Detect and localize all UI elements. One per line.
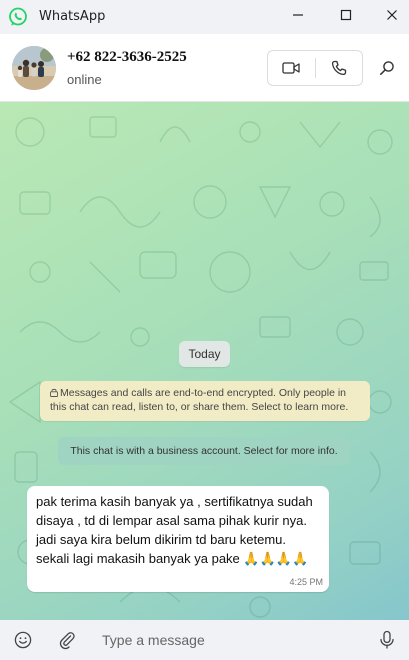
app-title: WhatsApp [39, 9, 106, 24]
close-icon [387, 10, 397, 20]
voice-call-icon [331, 60, 346, 76]
incoming-message[interactable]: pak terima kasih banyak ya , sertifikatn… [27, 486, 329, 592]
video-call-icon [282, 62, 300, 74]
maximize-button[interactable] [323, 0, 369, 30]
message-timestamp: 4:25 PM [289, 577, 323, 587]
minimize-button[interactable] [275, 0, 321, 30]
avatar-photo [12, 46, 56, 90]
emoji-icon[interactable] [13, 630, 33, 650]
search-icon [380, 61, 394, 75]
contact-status: online [67, 72, 102, 87]
contact-avatar[interactable] [12, 46, 56, 90]
message-composer [0, 620, 409, 660]
title-bar[interactable]: WhatsApp [0, 0, 409, 34]
video-call-button[interactable] [268, 51, 315, 85]
voice-call-button[interactable] [316, 51, 363, 85]
chat-header[interactable]: +62 822-3636-2525 online [0, 34, 409, 102]
date-separator: Today [179, 341, 230, 367]
attach-icon[interactable] [57, 630, 77, 650]
maximize-icon [340, 9, 352, 21]
lock-icon [50, 388, 58, 397]
message-input[interactable] [96, 627, 370, 653]
search-button[interactable] [376, 57, 398, 79]
minimize-icon [293, 14, 303, 16]
encryption-notice[interactable]: Messages and calls are end-to-end encryp… [40, 381, 370, 421]
business-account-notice[interactable]: This chat is with a business account. Se… [58, 437, 350, 465]
message-text: pak terima kasih banyak ya , sertifikatn… [36, 494, 317, 566]
whatsapp-window: WhatsApp +62 822-3636-2525 online Today … [0, 0, 409, 660]
chat-messages-area[interactable]: Today Messages and calls are end-to-end … [0, 102, 409, 620]
microphone-icon[interactable] [378, 630, 396, 650]
encryption-notice-text: Messages and calls are end-to-end encryp… [50, 387, 349, 413]
whatsapp-logo-icon [9, 7, 27, 26]
close-button[interactable] [369, 0, 409, 30]
call-buttons-group [267, 50, 363, 86]
contact-name[interactable]: +62 822-3636-2525 [67, 49, 187, 66]
